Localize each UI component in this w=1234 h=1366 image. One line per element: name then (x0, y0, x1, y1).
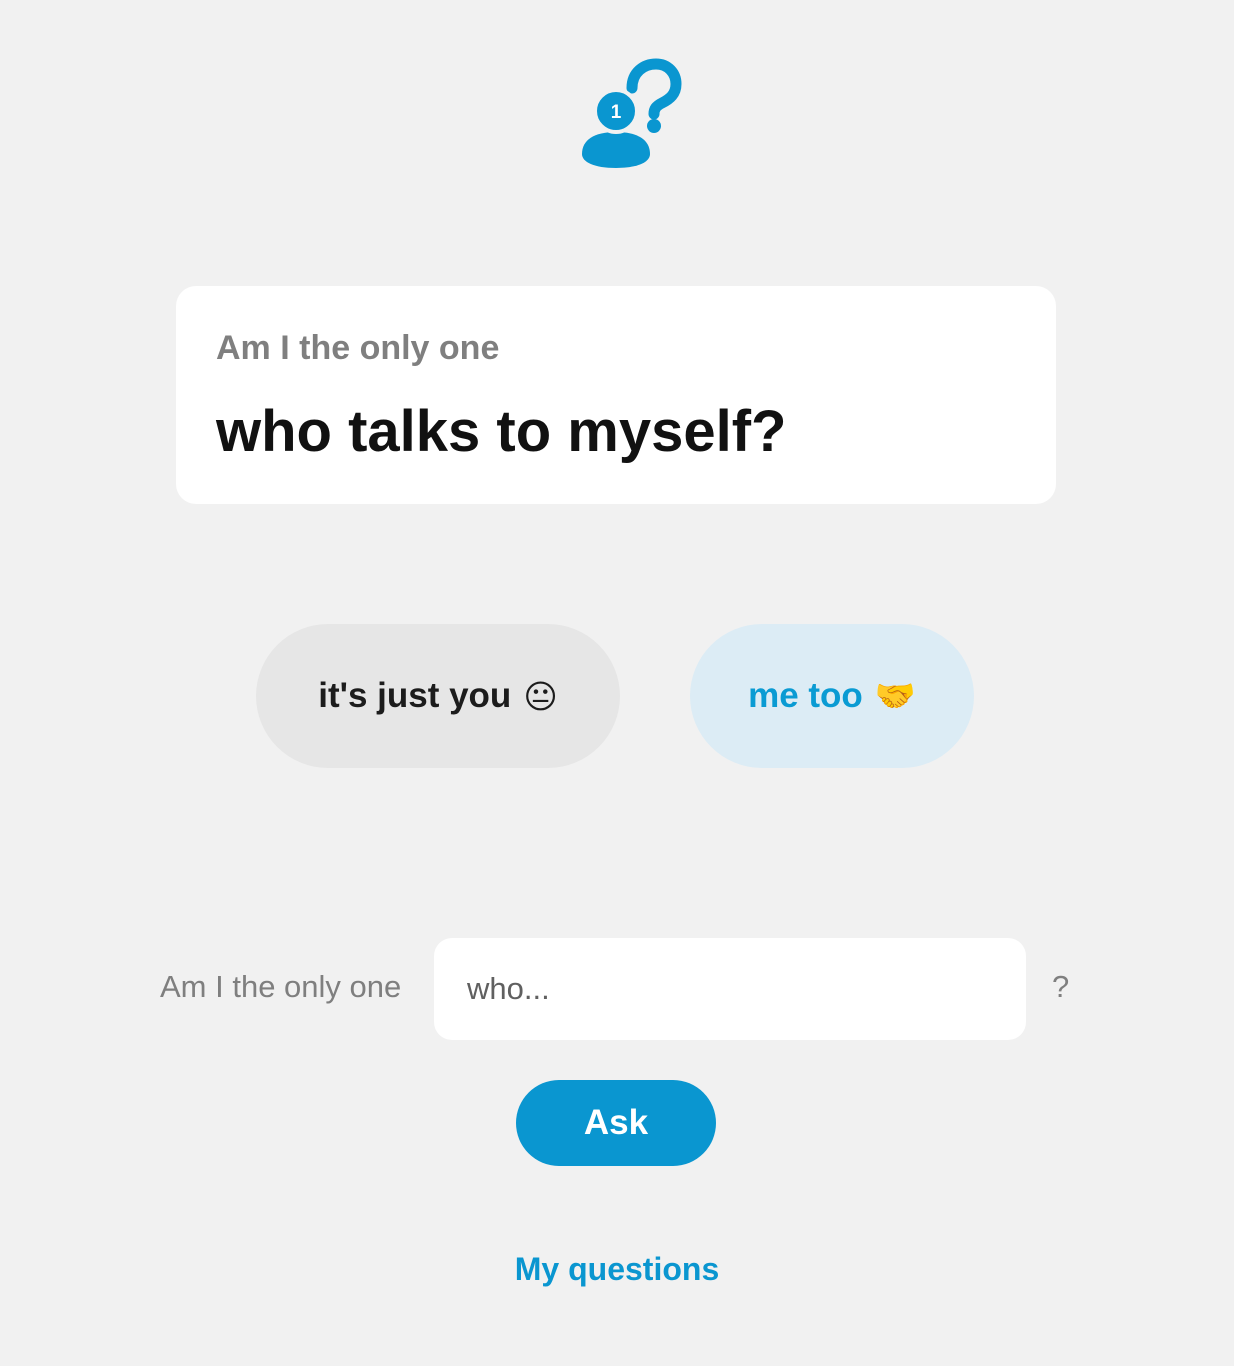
ask-question-input[interactable] (434, 938, 1026, 1040)
ask-suffix-label: ? (1052, 969, 1070, 1004)
question-text: who talks to myself? (216, 399, 787, 464)
ask-button[interactable]: Ask (516, 1080, 716, 1166)
logo-badge-number: 1 (611, 102, 622, 123)
ask-prefix-label: Am I the only one (160, 969, 402, 1004)
handshake-icon: 🤝 (874, 676, 916, 714)
me-too-label: me too (748, 676, 863, 715)
my-questions-link[interactable]: My questions (0, 1251, 1234, 1288)
me-too-button[interactable]: me too 🤝 (690, 624, 974, 768)
person-question-icon: 1 (582, 58, 682, 168)
question-prefix: Am I the only one (216, 329, 500, 367)
neutral-face-icon: 😐 (523, 677, 558, 715)
its-just-you-button[interactable]: it's just you 😐 (256, 624, 620, 768)
its-just-you-label: it's just you (318, 676, 512, 715)
question-card: Am I the only one who talks to myself? (176, 286, 1056, 504)
